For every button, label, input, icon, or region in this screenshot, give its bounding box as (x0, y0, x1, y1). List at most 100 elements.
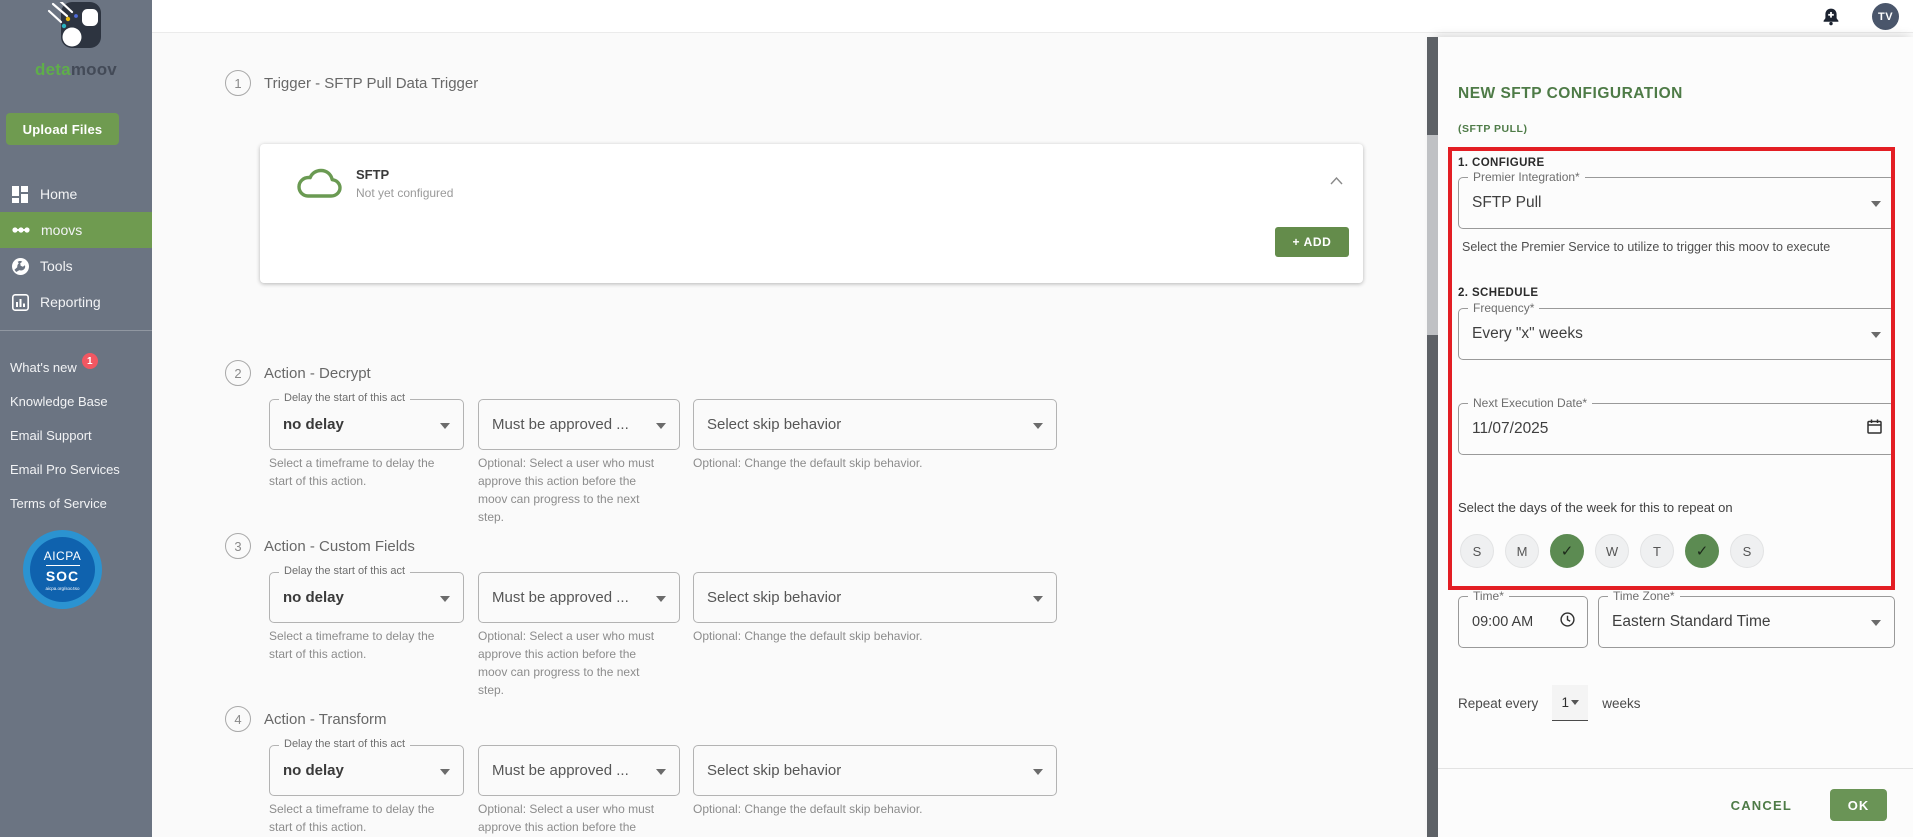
day-toggle[interactable]: W (1595, 534, 1629, 568)
skip-helper-text: Optional: Change the default skip behavi… (693, 629, 923, 643)
step-number: 3 (225, 533, 251, 559)
sftp-configuration-drawer: NEW SFTP CONFIGURATION (SFTP PULL) 1. CO… (1438, 37, 1913, 837)
step-3-header: 3 Action - Custom Fields (225, 533, 415, 559)
skip-helper-text: Optional: Change the default skip behavi… (693, 456, 923, 470)
scrollbar-thumb[interactable] (1427, 135, 1438, 335)
day-toggle-selected[interactable]: ✓ (1685, 534, 1719, 568)
ok-button[interactable]: OK (1830, 789, 1887, 821)
sidebar-item-moovs[interactable]: moovs (0, 212, 152, 248)
trigger-card-name: SFTP (356, 167, 390, 182)
day-toggle[interactable]: S (1460, 534, 1494, 568)
link-email-pro-services[interactable]: Email Pro Services (0, 452, 152, 486)
vertical-scrollbar[interactable] (1427, 37, 1438, 837)
grid-icon (12, 185, 28, 203)
whats-new-badge: 1 (81, 353, 98, 369)
premier-integration-select[interactable]: Premier Integration* SFTP Pull (1458, 170, 1895, 229)
day-toggle[interactable]: T (1640, 534, 1674, 568)
skip-behavior-select[interactable]: Select skip behavior (693, 399, 1057, 450)
schedule-heading: 2. SCHEDULE (1458, 287, 1539, 299)
delay-helper-text: Select a timeframe to delay the start of… (269, 629, 435, 661)
step-number: 4 (225, 706, 251, 732)
day-toggle[interactable]: S (1730, 534, 1764, 568)
step-title: Action - Custom Fields (264, 537, 415, 555)
delay-select[interactable]: Delay the start of this act no delay (269, 392, 464, 450)
bar-chart-icon (12, 293, 29, 311)
clock-icon[interactable] (1560, 612, 1575, 632)
trigger-card-status: Not yet configured (356, 186, 454, 200)
approver-helper-text: Optional: Select a user who must approve… (478, 456, 655, 524)
calendar-icon[interactable] (1867, 419, 1882, 439)
dropdown-caret-icon (1033, 595, 1043, 602)
step-title: Action - Decrypt (264, 364, 371, 382)
day-toggle[interactable]: M (1505, 534, 1539, 568)
dropdown-caret-icon (656, 422, 666, 429)
integration-helper-text: Select the Premier Service to utilize to… (1462, 240, 1831, 254)
repeat-weeks-select[interactable]: 1 (1552, 685, 1589, 721)
timezone-select[interactable]: Time Zone* Eastern Standard Time (1598, 589, 1895, 648)
time-input[interactable]: Time* 09:00 AM (1458, 589, 1588, 648)
dropdown-caret-icon (656, 595, 666, 602)
cloud-icon (296, 166, 342, 205)
footer-divider (1438, 768, 1913, 769)
day-toggle-selected[interactable]: ✓ (1550, 534, 1584, 568)
add-button[interactable]: + ADD (1275, 227, 1349, 257)
sidebar-item-label: Reporting (40, 294, 101, 310)
sidebar-item-home[interactable]: Home (0, 176, 152, 212)
approver-select[interactable]: Must be approved ... (478, 745, 680, 796)
collapse-chevron-icon[interactable] (1330, 172, 1343, 190)
link-whats-new[interactable]: What's new 1 (0, 350, 152, 384)
sidebar-item-reporting[interactable]: Reporting (0, 284, 152, 320)
sftp-trigger-card[interactable]: SFTP Not yet configured + ADD (260, 144, 1363, 283)
step-number: 1 (225, 70, 251, 96)
sidebar-nav: Home moovs Tools Reporting (0, 176, 152, 320)
delay-helper-text: Select a timeframe to delay the start of… (269, 802, 435, 834)
dropdown-caret-icon (656, 768, 666, 775)
dropdown-caret-icon (440, 595, 450, 602)
skip-helper-text: Optional: Change the default skip behavi… (693, 802, 923, 816)
dropdown-caret-icon (1871, 201, 1881, 207)
dropdown-caret-icon (1871, 620, 1881, 626)
skip-behavior-select[interactable]: Select skip behavior (693, 572, 1057, 623)
drawer-actions: CANCEL OK (1731, 789, 1887, 821)
frequency-select[interactable]: Frequency* Every "x" weeks (1458, 301, 1895, 360)
step-title: Trigger - SFTP Pull Data Trigger (264, 74, 479, 92)
drawer-title: NEW SFTP CONFIGURATION (1458, 85, 1683, 102)
configure-heading: 1. CONFIGURE (1458, 157, 1545, 169)
drawer-subtitle: (SFTP PULL) (1458, 123, 1528, 135)
next-execution-date-input[interactable]: Next Execution Date* 11/07/2025 (1458, 396, 1895, 455)
sidebar-item-label: moovs (41, 222, 83, 238)
app-logo[interactable]: detamoov (0, 0, 152, 80)
link-knowledge-base[interactable]: Knowledge Base (0, 384, 152, 418)
approver-select[interactable]: Must be approved ... (478, 399, 680, 450)
repeat-suffix-label: weeks (1602, 695, 1641, 711)
cancel-button[interactable]: CANCEL (1731, 798, 1792, 813)
step-4-header: 4 Action - Transform (225, 706, 387, 732)
dropdown-caret-icon (1033, 422, 1043, 429)
link-terms-of-service[interactable]: Terms of Service (0, 486, 152, 520)
aicpa-soc-badge: AICPA SOC aicpa.org/soc4so (23, 530, 102, 609)
delay-select[interactable]: Delay the start of this act no delay (269, 738, 464, 796)
day-selector: S M ✓ W T ✓ S (1460, 534, 1764, 568)
link-email-support[interactable]: Email Support (0, 418, 152, 452)
delay-select[interactable]: Delay the start of this act no delay (269, 565, 464, 623)
repeat-prefix-label: Repeat every (1458, 695, 1539, 711)
approver-helper-text: Optional: Select a user who must approve… (478, 629, 655, 697)
notification-add-icon[interactable] (1820, 6, 1842, 28)
dots-icon (12, 227, 30, 233)
sidebar-links: What's new 1 Knowledge Base Email Suppor… (0, 350, 152, 520)
delay-helper-text: Select a timeframe to delay the start of… (269, 456, 435, 488)
sidebar: detamoov Upload Files Home moovs Tools R… (0, 0, 152, 837)
step-2-header: 2 Action - Decrypt (225, 360, 371, 386)
step-title: Action - Transform (264, 710, 387, 728)
skip-behavior-select[interactable]: Select skip behavior (693, 745, 1057, 796)
user-avatar[interactable]: TV (1872, 3, 1899, 30)
approver-select[interactable]: Must be approved ... (478, 572, 680, 623)
logo-wordmark: detamoov (35, 60, 117, 79)
dropdown-caret-icon (440, 768, 450, 775)
repeat-row: Repeat every 1 weeks (1458, 685, 1641, 721)
sidebar-item-tools[interactable]: Tools (0, 248, 152, 284)
upload-files-button[interactable]: Upload Files (6, 113, 119, 145)
dropdown-caret-icon (1033, 768, 1043, 775)
sidebar-item-label: Tools (40, 258, 73, 274)
sidebar-item-label: Home (40, 186, 78, 202)
